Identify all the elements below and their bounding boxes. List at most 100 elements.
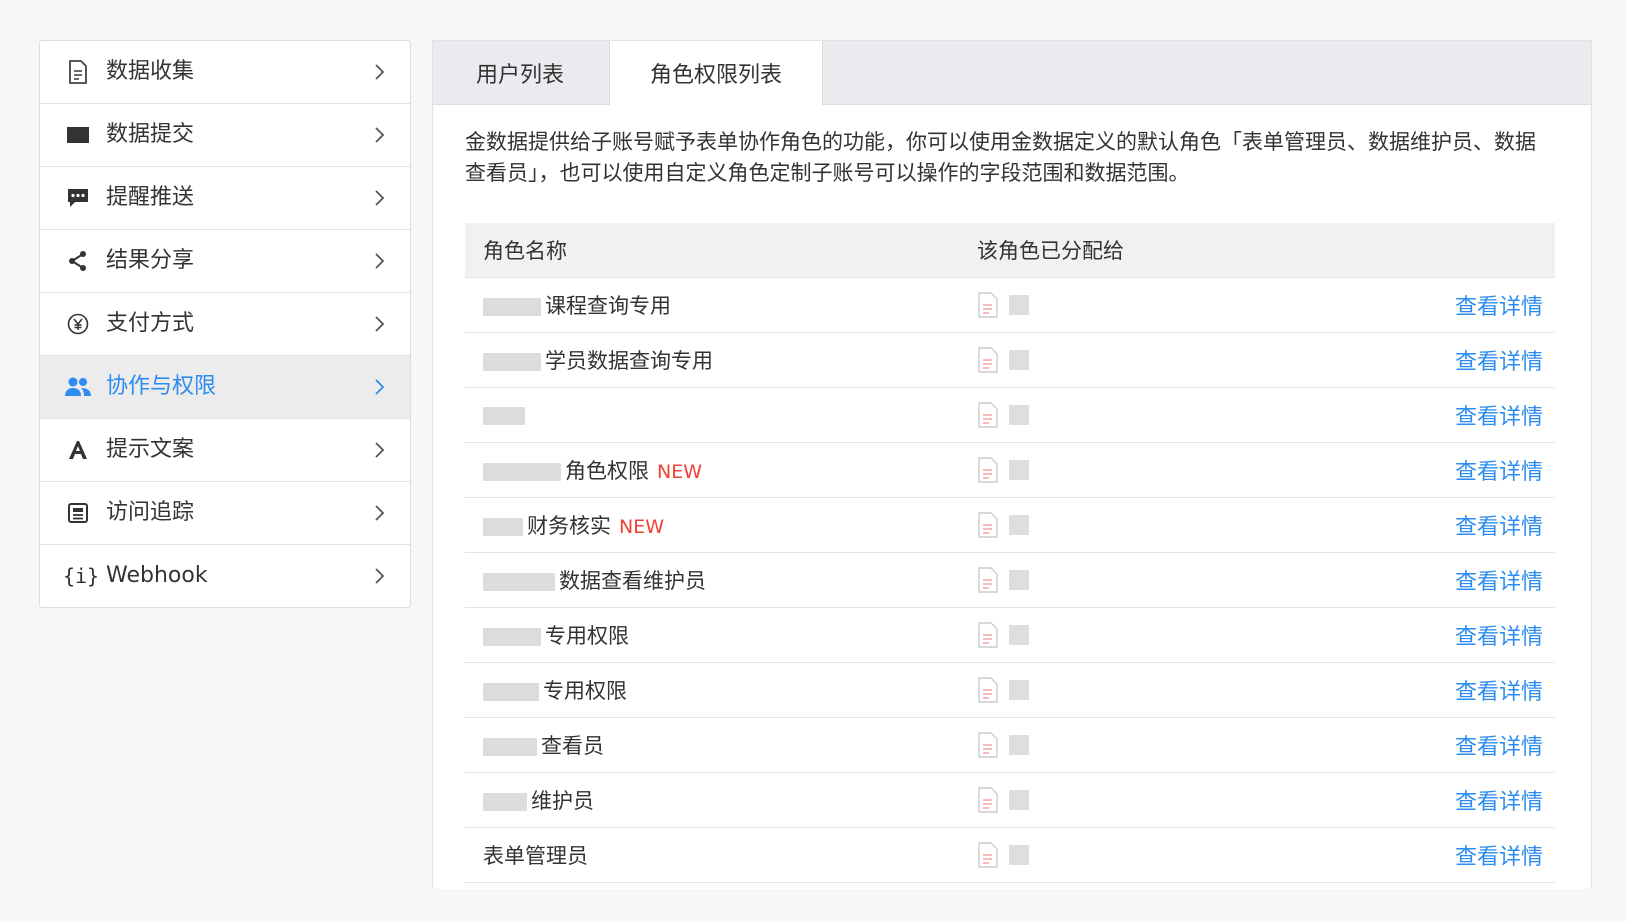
role-name-cell: 角色权限 NEW xyxy=(465,455,977,485)
chevron-right-icon xyxy=(375,568,385,584)
sidebar-item-label: Webhook xyxy=(106,563,208,588)
role-name-cell xyxy=(465,403,977,427)
header-assigned-to: 该角色已分配给 xyxy=(977,239,1124,263)
redacted-block xyxy=(483,298,541,316)
sidebar-item-label: 访问追踪 xyxy=(106,500,195,525)
redacted-block xyxy=(483,407,525,425)
chevron-right-icon xyxy=(375,442,385,458)
sidebar-item-label: 提醒推送 xyxy=(106,185,195,210)
view-details-link[interactable]: 查看详情 xyxy=(1455,454,1543,486)
view-details-link[interactable]: 查看详情 xyxy=(1455,564,1543,596)
redacted-block xyxy=(483,683,539,701)
sidebar-item-data-collection[interactable]: 数据收集 xyxy=(40,41,410,104)
sidebar-item-result-share[interactable]: 结果分享 xyxy=(40,230,410,293)
role-name: 专用权限 xyxy=(545,624,629,648)
table-row: 专用权限 查看详情 xyxy=(465,663,1555,718)
redacted-block xyxy=(483,793,527,811)
view-details-link[interactable]: 查看详情 xyxy=(1455,729,1543,761)
users-icon xyxy=(64,373,92,401)
view-details-link[interactable]: 查看详情 xyxy=(1455,619,1543,651)
redacted-block xyxy=(483,353,541,371)
redacted-block xyxy=(1009,845,1029,865)
table-header: 角色名称 该角色已分配给 xyxy=(465,223,1555,278)
file-icon xyxy=(978,787,998,813)
main-panel: 用户列表 角色权限列表 金数据提供给子账号赋予表单协作角色的功能，你可以使用金数… xyxy=(432,40,1592,889)
sidebar-item-data-submit[interactable]: 数据提交 xyxy=(40,104,410,167)
chevron-right-icon xyxy=(375,64,385,80)
sidebar-item-prompt-text[interactable]: 提示文案 xyxy=(40,419,410,482)
sidebar-item-label: 结果分享 xyxy=(106,248,195,273)
tab-role-permission-list[interactable]: 角色权限列表 xyxy=(609,41,823,105)
table-row: 维护员 查看详情 xyxy=(465,773,1555,828)
redacted-block xyxy=(1009,570,1029,590)
file-icon xyxy=(978,567,998,593)
role-name: 财务核实 xyxy=(527,514,611,538)
sidebar-item-visit-tracking[interactable]: 访问追踪 xyxy=(40,482,410,545)
table-row: 课程查询专用 查看详情 xyxy=(465,278,1555,333)
file-icon xyxy=(978,732,998,758)
tab-user-list[interactable]: 用户列表 xyxy=(433,41,607,104)
view-details-link[interactable]: 查看详情 xyxy=(1455,399,1543,431)
redacted-block xyxy=(1009,460,1029,480)
view-details-link[interactable]: 查看详情 xyxy=(1455,509,1543,541)
table-row: 财务核实 NEW 查看详情 xyxy=(465,498,1555,553)
table-row: 学员数据查询专用 查看详情 xyxy=(465,333,1555,388)
sidebar-item-label: 支付方式 xyxy=(106,311,195,336)
table-row: 专用权限 查看详情 xyxy=(465,608,1555,663)
role-name-cell: 维护员 xyxy=(465,785,977,815)
braces-i-icon: {i} xyxy=(62,564,100,588)
role-name-cell: 学员数据查询专用 xyxy=(465,345,977,375)
role-name-cell: 专用权限 xyxy=(465,620,977,650)
file-icon xyxy=(978,842,998,868)
chat-bubble-icon xyxy=(64,184,92,212)
redacted-block xyxy=(1009,680,1029,700)
file-icon xyxy=(978,347,998,373)
tracking-icon xyxy=(64,499,92,527)
sidebar: 数据收集 数据提交 提醒推送 结果分享 支付方式 协作与权限 提示文案 访问追踪… xyxy=(39,40,411,608)
role-name: 数据查看维护员 xyxy=(559,569,706,593)
chevron-right-icon xyxy=(375,316,385,332)
sidebar-item-collaboration-permissions[interactable]: 协作与权限 xyxy=(40,356,410,419)
role-name: 维护员 xyxy=(531,789,594,813)
role-name: 表单管理员 xyxy=(483,844,588,868)
redacted-block xyxy=(1009,295,1029,315)
view-details-link[interactable]: 查看详情 xyxy=(1455,784,1543,816)
file-icon xyxy=(978,677,998,703)
file-icon xyxy=(978,402,998,428)
share-icon xyxy=(64,247,92,275)
redacted-block xyxy=(1009,515,1029,535)
chevron-right-icon xyxy=(375,127,385,143)
redacted-block xyxy=(483,738,537,756)
sidebar-item-payment-method[interactable]: 支付方式 xyxy=(40,293,410,356)
redacted-block xyxy=(483,573,555,591)
file-icon xyxy=(978,292,998,318)
sidebar-item-reminder-push[interactable]: 提醒推送 xyxy=(40,167,410,230)
yen-circle-icon xyxy=(64,310,92,338)
tab-bar: 用户列表 角色权限列表 xyxy=(433,41,1591,105)
role-name-cell: 财务核实 NEW xyxy=(465,510,977,540)
view-details-link[interactable]: 查看详情 xyxy=(1455,289,1543,321)
font-a-icon xyxy=(64,436,92,464)
role-name-cell: 数据查看维护员 xyxy=(465,565,977,595)
folder-icon xyxy=(64,121,92,149)
redacted-block xyxy=(1009,405,1029,425)
new-badge: NEW xyxy=(619,516,665,538)
role-name-cell: 课程查询专用 xyxy=(465,290,977,320)
file-icon xyxy=(978,622,998,648)
view-details-link[interactable]: 查看详情 xyxy=(1455,839,1543,871)
redacted-block xyxy=(1009,625,1029,645)
header-role-name: 角色名称 xyxy=(483,239,567,263)
sidebar-item-label: 提示文案 xyxy=(106,437,195,462)
role-name: 学员数据查询专用 xyxy=(545,349,713,373)
file-icon xyxy=(978,457,998,483)
description-text: 金数据提供给子账号赋予表单协作角色的功能，你可以使用金数据定义的默认角色「表单管… xyxy=(465,130,1536,185)
view-details-link[interactable]: 查看详情 xyxy=(1455,344,1543,376)
sidebar-item-webhook[interactable]: {i} Webhook xyxy=(40,545,410,607)
chevron-right-icon xyxy=(375,505,385,521)
view-details-link[interactable]: 查看详情 xyxy=(1455,674,1543,706)
role-name: 专用权限 xyxy=(543,679,627,703)
table-row: 角色权限 NEW 查看详情 xyxy=(465,443,1555,498)
new-badge: NEW xyxy=(657,461,703,483)
role-name: 角色权限 xyxy=(565,459,649,483)
sidebar-item-label: 数据提交 xyxy=(106,122,195,147)
